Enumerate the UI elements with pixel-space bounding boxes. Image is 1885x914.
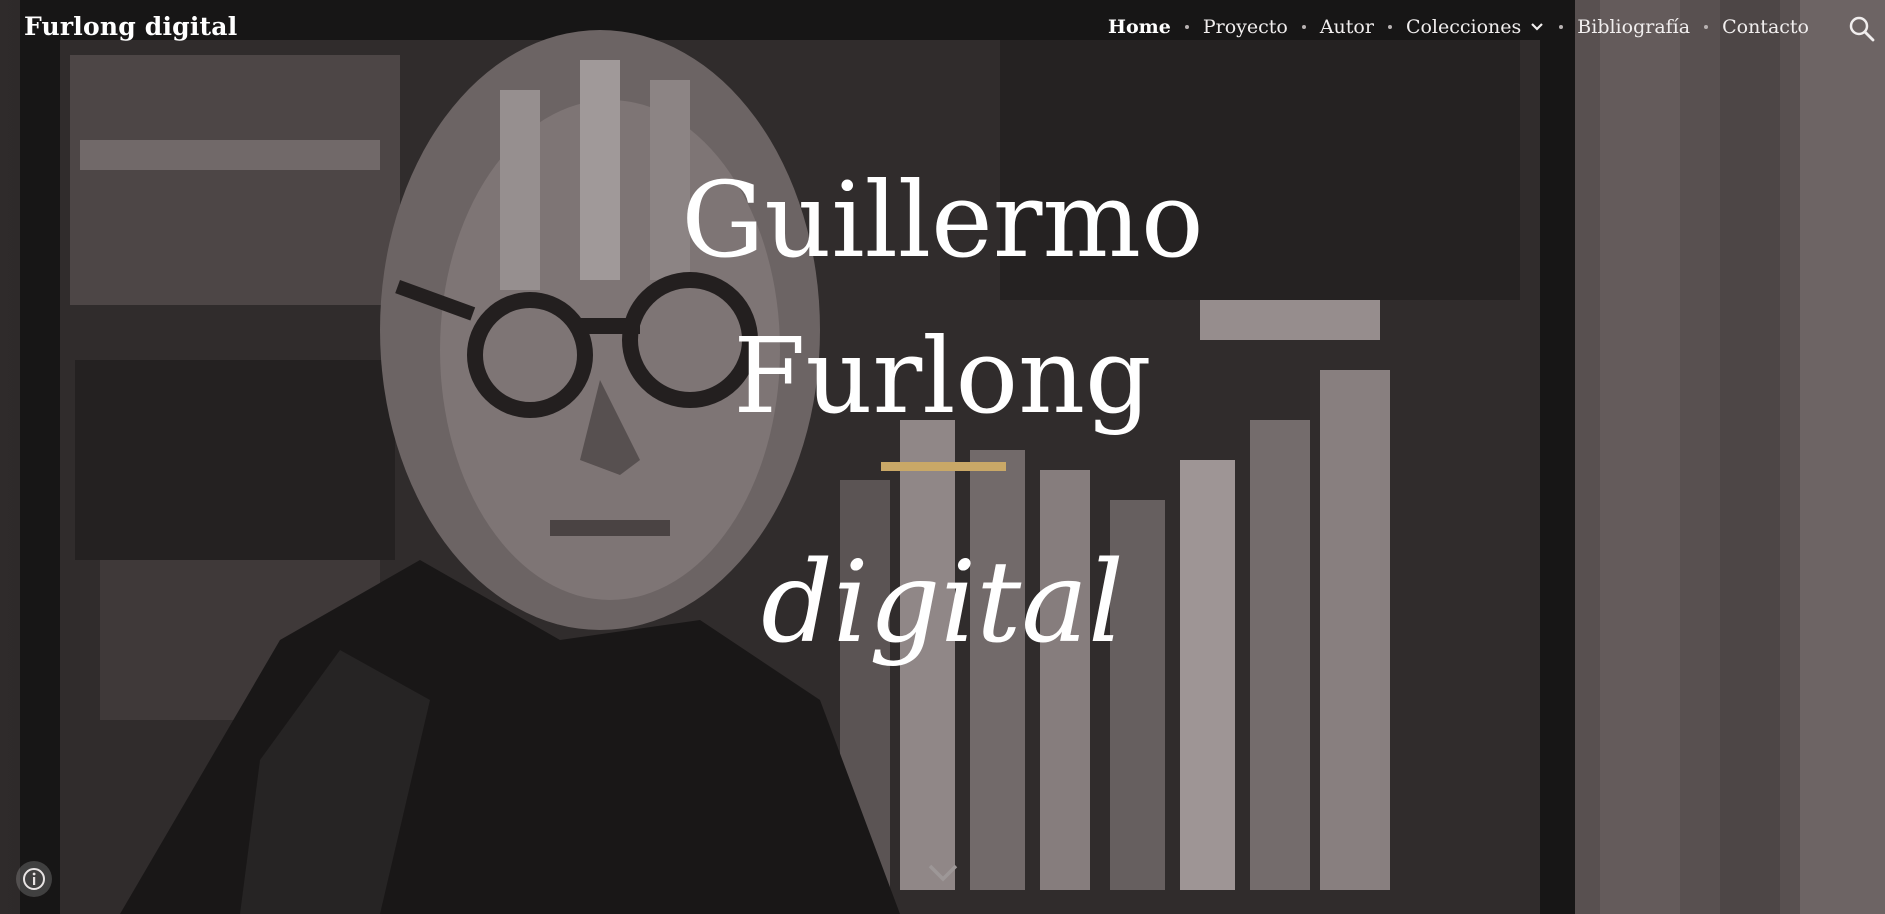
nav-separator: [1301, 25, 1306, 29]
hero-subtitle: digital: [761, 538, 1124, 668]
hero-title-line-1: Guillermo: [681, 159, 1204, 281]
hero-accent-rule: [881, 462, 1006, 471]
chevron-down-icon[interactable]: [926, 858, 960, 886]
info-button[interactable]: [16, 861, 52, 897]
nav-separator: [1387, 25, 1392, 29]
hero-overlay: [0, 0, 1885, 914]
hero-section: Furlong digital Home Proyecto Autor Cole…: [0, 0, 1885, 914]
top-navigation-bar: Furlong digital Home Proyecto Autor Cole…: [0, 0, 1885, 60]
nav-separator: [1704, 25, 1709, 29]
site-title[interactable]: Furlong digital: [24, 12, 237, 41]
nav-item-autor[interactable]: Autor: [1320, 16, 1374, 38]
nav-item-bibliografia[interactable]: Bibliografía: [1577, 16, 1690, 38]
search-icon[interactable]: [1847, 14, 1877, 44]
nav-separator: [1559, 25, 1564, 29]
hero-title-line-2: Furlong: [733, 315, 1152, 437]
nav-item-proyecto[interactable]: Proyecto: [1203, 16, 1288, 38]
nav-item-colecciones-label: Colecciones: [1405, 16, 1522, 38]
info-icon: [23, 868, 45, 890]
nav-separator: [1184, 25, 1189, 29]
nav-item-home[interactable]: Home: [1108, 16, 1171, 38]
main-nav: Home Proyecto Autor Colecciones Bibliogr…: [1108, 16, 1809, 38]
chevron-down-icon[interactable]: [1529, 19, 1545, 35]
nav-item-contacto[interactable]: Contacto: [1722, 16, 1809, 38]
nav-item-colecciones[interactable]: Colecciones: [1406, 16, 1545, 38]
